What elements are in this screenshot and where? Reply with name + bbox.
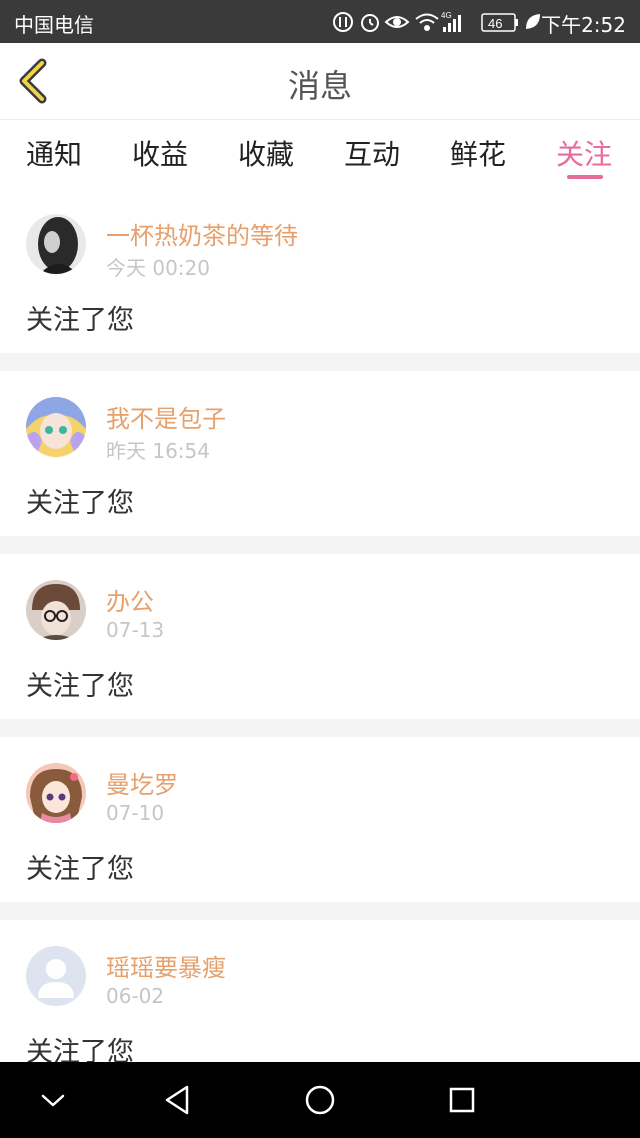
- divider: [0, 719, 640, 737]
- message-time: 06-02: [106, 984, 165, 1008]
- user-name[interactable]: 一杯热奶茶的等待: [106, 216, 298, 251]
- clock: 下午2:52: [541, 13, 626, 37]
- recents-square-icon: [449, 1087, 475, 1113]
- avatar[interactable]: [26, 763, 86, 823]
- back-triangle-icon: [165, 1085, 189, 1115]
- divider: [0, 353, 640, 371]
- tab-bar: 通知 收益 收藏 互动 鲜花 关注: [0, 120, 640, 188]
- home-circle-icon: [305, 1085, 335, 1115]
- alarm-icon: [361, 14, 379, 32]
- anime-girl-avatar: [26, 763, 86, 823]
- message-item[interactable]: 办公 07-13 关注了您: [0, 554, 640, 719]
- avatar[interactable]: [26, 397, 86, 457]
- data-saver-icon: [333, 12, 353, 32]
- avatar[interactable]: [26, 214, 86, 274]
- message-item[interactable]: 我不是包子 昨天 16:54 关注了您: [0, 371, 640, 536]
- nav-home-button[interactable]: [300, 1080, 340, 1120]
- nav-recents-button[interactable]: [442, 1080, 482, 1120]
- carrier-label: 中国电信: [14, 13, 94, 37]
- message-time: 07-10: [106, 801, 165, 825]
- tab-flowers[interactable]: 鲜花: [450, 133, 506, 173]
- message-text: 关注了您: [26, 488, 134, 519]
- tab-follows[interactable]: 关注: [556, 133, 612, 173]
- page-title: 消息: [287, 67, 352, 105]
- message-time: 今天 00:20: [106, 256, 210, 280]
- glasses-hat-avatar: [26, 580, 86, 640]
- message-time: 07-13: [106, 618, 165, 642]
- user-name[interactable]: 我不是包子: [106, 399, 226, 434]
- tab-interactions[interactable]: 互动: [344, 133, 400, 173]
- user-name[interactable]: 曼圪罗: [106, 765, 178, 800]
- message-text: 关注了您: [26, 1037, 134, 1062]
- user-name[interactable]: 办公: [106, 582, 154, 617]
- tab-notifications[interactable]: 通知: [26, 133, 82, 173]
- eye-icon: [384, 16, 410, 28]
- message-text: 关注了您: [26, 305, 134, 336]
- anime-blue-hair-avatar: [26, 397, 86, 457]
- message-item[interactable]: 一杯热奶茶的等待 今天 00:20 关注了您: [0, 188, 640, 353]
- avatar[interactable]: [26, 946, 86, 1006]
- message-time: 昨天 16:54: [106, 439, 210, 463]
- dark-portrait-avatar: [26, 214, 86, 274]
- collapse-icon: [41, 1094, 65, 1107]
- leaf-icon: [526, 14, 540, 29]
- system-nav-bar: [0, 1062, 640, 1138]
- message-text: 关注了您: [26, 671, 134, 702]
- avatar[interactable]: [26, 580, 86, 640]
- battery-icon: 46: [481, 13, 518, 32]
- message-item[interactable]: 曼圪罗 07-10 关注了您: [0, 737, 640, 902]
- nav-back-button[interactable]: [158, 1080, 198, 1120]
- svg-text:46: 46: [488, 16, 502, 31]
- network-type-label: 4G: [441, 11, 452, 20]
- collapse-button[interactable]: [33, 1080, 73, 1120]
- message-text: 关注了您: [26, 854, 134, 885]
- message-item[interactable]: 瑶瑶要暴瘦 06-02 关注了您: [0, 920, 640, 1062]
- tab-earnings[interactable]: 收益: [132, 133, 188, 173]
- active-tab-indicator: [567, 175, 603, 179]
- wifi-icon: [415, 13, 439, 31]
- message-list[interactable]: 一杯热奶茶的等待 今天 00:20 关注了您 我不是包子 昨天 16:54 关注…: [0, 188, 640, 1062]
- tab-favorites[interactable]: 收藏: [238, 133, 294, 173]
- app-header: 消息: [0, 43, 640, 120]
- status-icons: 4G 46: [333, 11, 540, 32]
- default-user-avatar: [26, 946, 86, 1006]
- status-bar: 中国电信 4G 46 下午2:52: [0, 0, 640, 43]
- divider: [0, 902, 640, 920]
- user-name[interactable]: 瑶瑶要暴瘦: [106, 948, 226, 983]
- divider: [0, 536, 640, 554]
